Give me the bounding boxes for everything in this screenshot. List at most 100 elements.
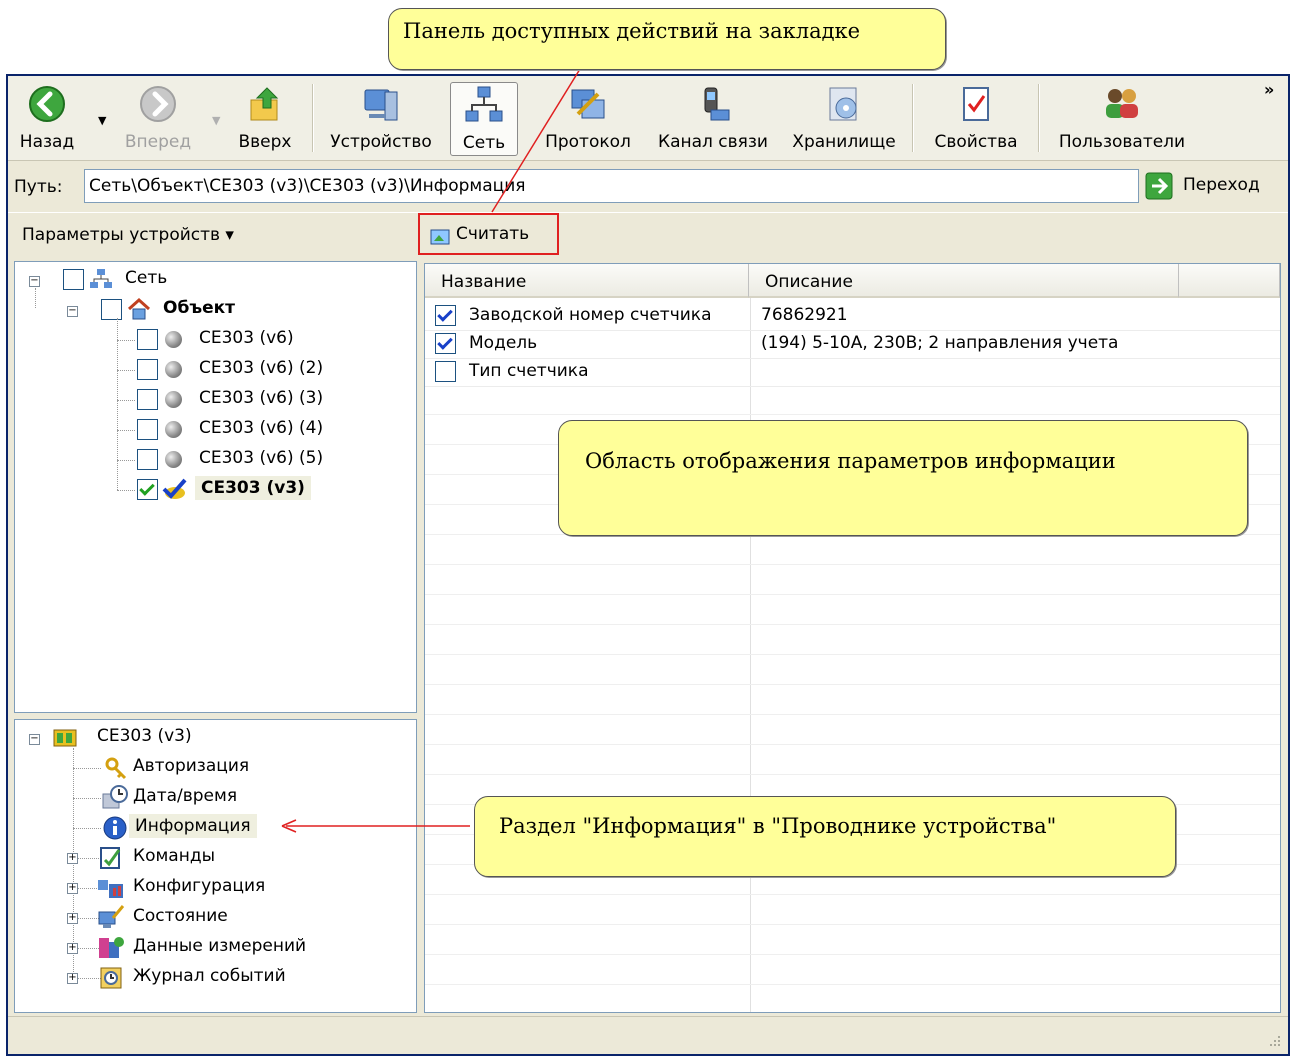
tree-line — [73, 828, 101, 829]
device-params-dropdown[interactable]: Параметры устройств ▾ — [22, 225, 234, 245]
toolbar-separator — [912, 84, 914, 152]
tree-item-authorization[interactable]: Авторизация — [133, 756, 249, 776]
expand-icon[interactable]: + — [67, 913, 78, 924]
tree-node-device[interactable]: CE303 (v6) (2) — [199, 358, 323, 378]
tree-checkbox[interactable] — [137, 329, 158, 350]
status-icon — [98, 905, 125, 928]
properties-label: Свойства — [934, 132, 1018, 152]
back-dropdown-icon[interactable]: ▼ — [98, 114, 106, 127]
up-button[interactable]: Вверх — [228, 76, 302, 161]
toolbar-overflow-chevron[interactable]: » — [1264, 80, 1274, 99]
row-checkbox[interactable] — [435, 361, 456, 382]
tree-line — [35, 288, 36, 308]
tree-checkbox-checked[interactable] — [137, 479, 158, 500]
main-toolbar: Назад ▼ Вперед ▼ Вверх Устройство Сеть П… — [8, 76, 1288, 161]
tree-node-device[interactable]: CE303 (v6) (4) — [199, 418, 323, 438]
collapse-icon[interactable]: − — [29, 276, 40, 287]
back-label: Назад — [19, 132, 75, 152]
back-button[interactable]: Назад — [14, 76, 80, 161]
row-value: (194) 5-10А, 230В; 2 направления учета — [761, 333, 1119, 353]
configuration-icon — [98, 880, 123, 898]
tree-node-device[interactable]: CE303 (v6) (5) — [199, 448, 323, 468]
properties-button[interactable]: Свойства — [920, 76, 1032, 161]
protocol-button[interactable]: Протокол — [532, 76, 644, 161]
tree-node-device[interactable]: CE303 (v6) (3) — [199, 388, 323, 408]
tree-item-configuration[interactable]: Конфигурация — [133, 876, 265, 896]
network-button[interactable]: Сеть — [450, 82, 518, 156]
forward-dropdown-icon[interactable]: ▼ — [212, 114, 220, 127]
collapse-icon[interactable]: − — [29, 734, 40, 745]
tree-checkbox[interactable] — [137, 449, 158, 470]
table-row[interactable]: Тип счетчика — [425, 358, 1280, 387]
expand-icon[interactable]: + — [67, 973, 78, 984]
empty-row-line — [425, 954, 1280, 955]
read-button[interactable]: Считать — [418, 213, 559, 255]
expand-icon[interactable]: + — [67, 943, 78, 954]
status-bar — [8, 1016, 1288, 1054]
row-name: Тип счетчика — [469, 361, 589, 381]
read-label: Считать — [456, 224, 530, 244]
commands-icon — [100, 847, 121, 869]
storage-button[interactable]: Хранилище — [782, 76, 906, 161]
tree-item-measurements[interactable]: Данные измерений — [133, 936, 306, 956]
device-explorer-panel: − CE303 (v3) Авторизация Дата/время Инфо… — [14, 719, 417, 1013]
forward-button[interactable]: Вперед — [118, 76, 198, 161]
row-checkbox-checked[interactable] — [435, 305, 456, 326]
row-name: Заводской номер счетчика — [469, 305, 712, 325]
tree-item-status[interactable]: Состояние — [133, 906, 228, 926]
column-divider — [750, 298, 751, 1012]
phone-channel-icon — [704, 87, 730, 121]
network-tree-panel: − Сеть − Объект CE303 (v6) CE303 (v6) (2… — [14, 261, 417, 713]
clock-datetime-icon — [102, 785, 128, 809]
tree-item-event-log[interactable]: Журнал событий — [133, 966, 286, 986]
tree-node-network[interactable]: Сеть — [125, 268, 167, 288]
collapse-icon[interactable]: − — [67, 306, 78, 317]
users-button[interactable]: Пользователи — [1044, 76, 1200, 161]
row-name: Модель — [469, 333, 538, 353]
measurements-icon — [99, 937, 124, 958]
back-arrow-icon — [29, 86, 65, 122]
empty-row-line — [425, 594, 1280, 595]
column-header-description[interactable]: Описание — [749, 264, 1179, 298]
network-label: Сеть — [462, 133, 506, 153]
empty-row-line — [425, 924, 1280, 925]
expand-icon[interactable]: + — [67, 883, 78, 894]
tree-node-selected-device[interactable]: CE303 (v3) — [195, 476, 311, 500]
tree-line — [117, 430, 135, 431]
tree-checkbox[interactable] — [137, 359, 158, 380]
row-checkbox-checked[interactable] — [435, 333, 456, 354]
column-header-name[interactable]: Название — [425, 264, 749, 298]
tree-line — [73, 768, 101, 769]
tree-checkbox[interactable] — [101, 299, 122, 320]
properties-checklist-icon — [963, 87, 989, 121]
tree-node-object[interactable]: Объект — [163, 298, 235, 318]
empty-row-line — [425, 894, 1280, 895]
path-input[interactable]: Сеть\Объект\CE303 (v3)\CE303 (v3)\Информ… — [84, 169, 1139, 203]
tree-line — [117, 490, 135, 491]
tree-item-information[interactable]: Информация — [129, 814, 257, 838]
callout-toolbar-panel: Панель доступных действий на закладке — [388, 8, 946, 70]
empty-row-line — [425, 624, 1280, 625]
computer-device-icon — [364, 89, 398, 121]
channel-button[interactable]: Канал связи — [646, 76, 780, 161]
table-row[interactable]: Модель (194) 5-10А, 230В; 2 направления … — [425, 330, 1280, 359]
table-row[interactable]: Заводской номер счетчика 76862921 — [425, 302, 1280, 331]
tree-line — [117, 340, 135, 341]
tree-checkbox[interactable] — [137, 389, 158, 410]
up-label: Вверх — [238, 132, 292, 152]
go-button[interactable]: Переход — [1145, 170, 1285, 202]
go-arrow-icon — [1145, 172, 1173, 200]
device-offline-icon — [165, 361, 182, 378]
tree-checkbox[interactable] — [137, 419, 158, 440]
tree-checkbox[interactable] — [63, 269, 84, 290]
tree-line — [117, 400, 135, 401]
device-button[interactable]: Устройство — [320, 76, 442, 161]
expand-icon[interactable]: + — [67, 853, 78, 864]
resize-grip-icon[interactable] — [1266, 1034, 1282, 1050]
tree-node-device-root[interactable]: CE303 (v3) — [97, 726, 192, 746]
tree-node-device[interactable]: CE303 (v6) — [199, 328, 294, 348]
tree-item-commands[interactable]: Команды — [133, 846, 215, 866]
users-icon — [1106, 89, 1138, 118]
callout-info-section: Раздел "Информация" в "Проводнике устрой… — [474, 796, 1176, 877]
tree-item-datetime[interactable]: Дата/время — [133, 786, 237, 806]
